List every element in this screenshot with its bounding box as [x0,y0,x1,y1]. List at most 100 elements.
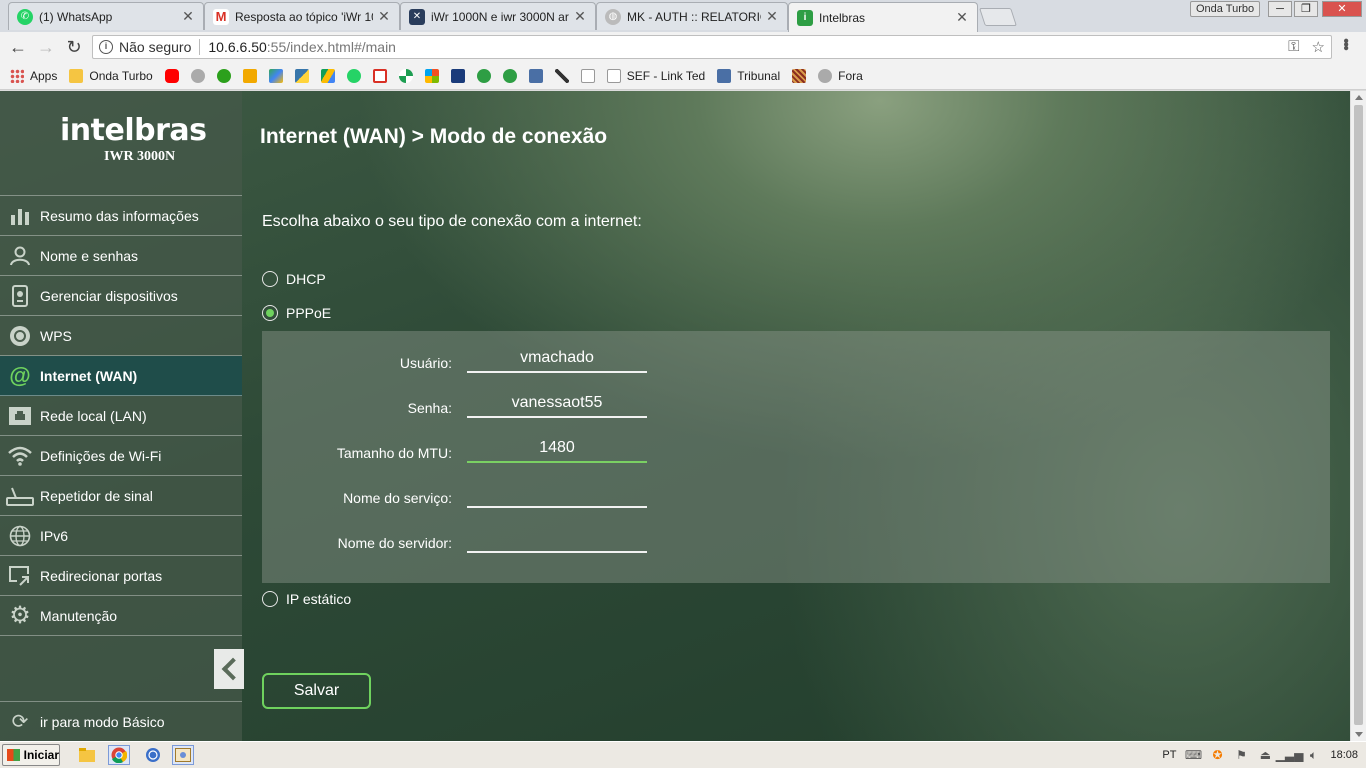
new-tab-button[interactable] [979,8,1017,26]
bookmark-tribunal[interactable]: Tribunal [717,68,780,83]
save-button[interactable]: Salvar [262,673,371,709]
sidebar-item-resumo[interactable]: Resumo das informações [0,196,242,236]
star-icon[interactable]: ☆ [1312,38,1325,56]
sidebar-item-rede-local[interactable]: Rede local (LAN) [0,396,242,436]
clock[interactable]: 18:08 [1330,749,1358,761]
bookmark-folder[interactable] [242,68,257,83]
bookmark-onda-turbo[interactable]: Onda Turbo [69,68,153,83]
back-arrow-icon[interactable]: ← [8,37,28,57]
user-icon [0,236,40,276]
bookmark-maps[interactable] [268,68,283,83]
close-window-button[interactable]: ✕ [1322,1,1362,17]
volume-icon[interactable]: 🔈︎ [1306,748,1320,762]
collapse-sidebar-button[interactable] [214,649,245,689]
windows-taskbar: Iniciar PT ⌨ ✪ ⚑ ⏏ ▁▃▅ 🔈︎ 18:08 [0,741,1366,768]
bookmark-jw[interactable] [528,68,543,83]
bookmark-qb[interactable] [216,68,231,83]
sidebar-item-wifi[interactable]: Definições de Wi-Fi [0,436,242,476]
forward-arrow-icon[interactable]: → [36,37,56,57]
bookmark-page[interactable] [580,68,595,83]
bookmark-drive[interactable] [320,68,335,83]
bookmark-bank[interactable] [450,68,465,83]
sidebar-item-wps[interactable]: WPS [0,316,242,356]
profile-button[interactable]: Onda Turbo [1190,1,1261,17]
explorer-icon[interactable] [76,745,98,765]
keyboard-icon[interactable]: ⌨ [1185,748,1202,762]
tab-mk-auth[interactable]: ◍ MK - AUTH :: RELATORIOS ✕ [596,2,788,30]
bookmark-leaf-1[interactable] [476,68,491,83]
radio-dhcp[interactable]: DHCP [262,271,326,287]
sidebar-item-label: IPv6 [40,527,69,544]
radio-pppoe[interactable]: PPPoE [262,305,331,321]
basic-mode-link[interactable]: ⟳ ir para modo Básico [0,701,242,741]
bookmark-apps[interactable]: Apps [10,68,58,83]
key-icon[interactable]: ⚿ [1288,38,1299,56]
security-indicator[interactable]: Não seguro [119,39,191,55]
start-button[interactable]: Iniciar [2,744,60,766]
avast-icon[interactable]: ✪ [1210,748,1224,762]
sidebar-item-internet-wan[interactable]: @ Internet (WAN) [0,356,242,396]
globe-icon [0,516,40,556]
radio-static-ip[interactable]: IP estático [262,591,351,607]
close-icon[interactable]: ✕ [377,8,391,25]
scrollbar-thumb[interactable] [1354,105,1363,725]
bookmark-pattern[interactable] [792,68,807,83]
radio-button[interactable] [262,305,278,321]
bookmark-sef-link-ted[interactable]: SEF - Link Ted [606,68,705,83]
sidebar-item-label: Repetidor de sinal [40,487,153,504]
bookmark-pinwheel[interactable] [398,68,413,83]
sidebar-item-ipv6[interactable]: IPv6 [0,516,242,556]
bookmark-whatsapp[interactable] [346,68,361,83]
scroll-down-icon[interactable] [1355,732,1363,737]
language-indicator[interactable]: PT [1162,749,1176,761]
bookmark-globe[interactable] [190,68,205,83]
url-path: :55/index.html#/main [266,39,396,55]
close-icon[interactable]: ✕ [765,8,779,25]
mtu-input[interactable] [467,435,647,463]
bookmark-youtube[interactable] [164,68,179,83]
close-icon[interactable]: ✕ [181,8,195,25]
close-icon[interactable]: ✕ [573,8,587,25]
service-name-input[interactable] [467,480,647,508]
bookmark-python[interactable] [294,68,309,83]
menu-dots-icon[interactable]: ••• [1337,38,1354,49]
safely-remove-icon[interactable]: ⏏ [1258,748,1272,762]
address-bar[interactable]: i Não seguro 10.6.6.50 :55/index.html#/m… [92,35,1332,59]
chrome-icon[interactable] [108,745,130,765]
sidebar-item-nome-senhas[interactable]: Nome e senhas [0,236,242,276]
bookmark-label: Apps [30,68,58,83]
sidebar-item-dispositivos[interactable]: Gerenciar dispositivos [0,276,242,316]
main-content: Internet (WAN) > Modo de conexão Escolha… [242,91,1350,741]
bookmarks-bar: Apps Onda Turbo SEF - Link Ted Tribunal … [0,62,1366,90]
sidebar-item-manutencao[interactable]: ⚙ Manutenção [0,596,242,636]
password-input[interactable] [467,390,647,418]
bookmark-pen[interactable] [554,68,569,83]
tab-iwr-forum[interactable]: ✕ iWr 1000N e iwr 3000N ar ✕ [400,2,596,30]
close-icon[interactable]: ✕ [955,9,969,26]
reload-icon[interactable]: ↻ [64,37,84,57]
bookmark-gmail[interactable] [372,68,387,83]
tab-gmail[interactable]: M Resposta ao tópico 'iWr 100 ✕ [204,2,400,30]
globe-icon [818,68,833,83]
bookmark-windows[interactable] [424,68,439,83]
scroll-up-icon[interactable] [1355,95,1363,100]
user-input[interactable] [467,345,647,373]
tab-whatsapp[interactable]: ✆ (1) WhatsApp ✕ [8,2,204,30]
tab-intelbras[interactable]: i Intelbras ✕ [788,2,978,32]
network-globe-icon[interactable] [142,745,164,765]
page-scrollbar[interactable] [1350,91,1366,741]
radio-button[interactable] [262,591,278,607]
radio-button[interactable] [262,271,278,287]
info-icon[interactable]: i [99,40,113,54]
bookmark-leaf-2[interactable] [502,68,517,83]
minimize-button[interactable]: ─ [1268,1,1292,17]
restore-button[interactable]: ❐ [1294,1,1318,17]
sidebar-item-repetidor[interactable]: Repetidor de sinal [0,476,242,516]
flag-icon[interactable]: ⚑ [1234,748,1248,762]
browser-toolbar: ← → ↻ i Não seguro 10.6.6.50 :55/index.h… [0,32,1366,62]
server-name-input[interactable] [467,525,647,553]
app-window-icon[interactable] [172,745,194,765]
bookmark-fora[interactable]: Fora [818,68,863,83]
sidebar-item-redirecionar-portas[interactable]: Redirecionar portas [0,556,242,596]
signal-bars-icon[interactable]: ▁▃▅ [1276,748,1304,762]
